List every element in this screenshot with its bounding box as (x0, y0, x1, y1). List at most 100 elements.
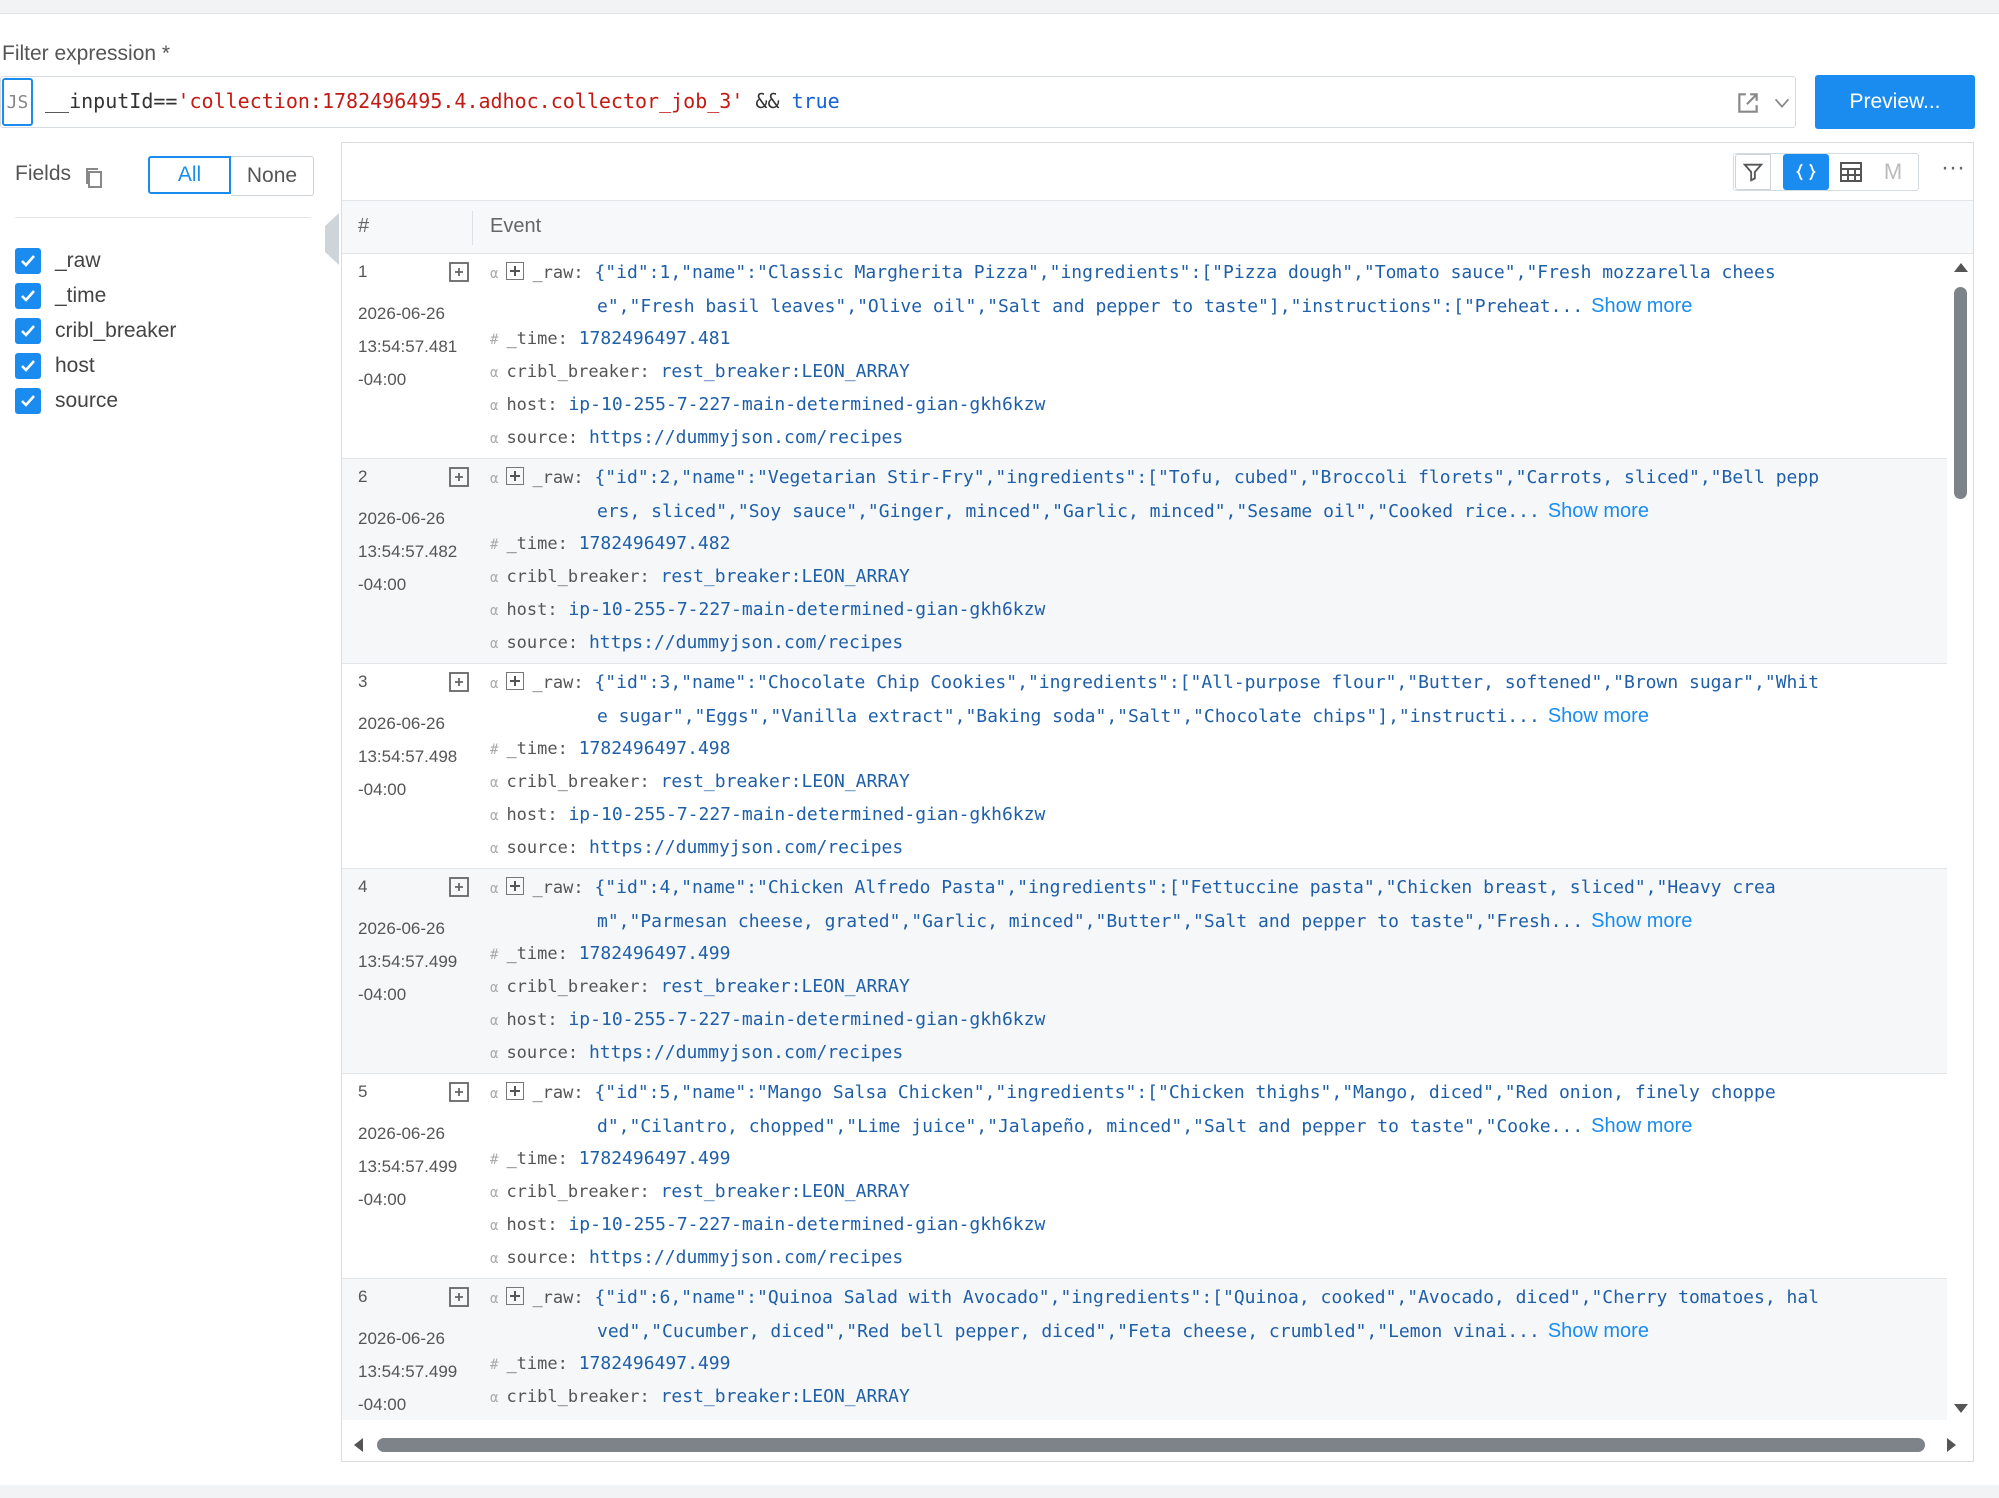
field-value[interactable]: rest_breaker:LEON_ARRAY (661, 1181, 910, 1202)
expand-event-icon[interactable] (448, 1081, 470, 1103)
field-value[interactable]: {"id":4,"name":"Chicken Alfredo Pasta","… (594, 877, 1775, 898)
expand-raw-icon[interactable] (506, 467, 525, 485)
filter-expression-text[interactable]: __inputId=='collection:1782496495.4.adho… (45, 89, 840, 113)
field-value[interactable]: 1782496497.482 (579, 533, 731, 554)
expand-raw-icon[interactable] (506, 877, 525, 895)
show-more-link[interactable]: Show more (1591, 295, 1692, 317)
field-value[interactable]: https://dummyjson.com/recipes (589, 632, 903, 653)
field-value[interactable]: 1782496497.498 (579, 738, 731, 759)
checkbox-checked-icon[interactable] (15, 353, 41, 379)
field-value[interactable]: 1782496497.499 (579, 1148, 731, 1169)
field-value[interactable]: ip-10-255-7-227-main-determined-gian-gkh… (568, 1419, 1045, 1420)
time-field: # _time: 1782496497.499 (490, 943, 730, 964)
field-item[interactable]: cribl_breaker (15, 317, 176, 345)
field-value[interactable]: rest_breaker:LEON_ARRAY (661, 361, 910, 382)
select-none-button[interactable]: None (231, 156, 314, 196)
field-value[interactable]: ip-10-255-7-227-main-determined-gian-gkh… (568, 804, 1045, 825)
column-divider[interactable] (472, 211, 473, 245)
vertical-scrollbar[interactable] (1949, 254, 1973, 1420)
field-value[interactable]: ip-10-255-7-227-main-determined-gian-gkh… (568, 1009, 1045, 1030)
field-value[interactable]: 1782496497.499 (579, 1353, 731, 1374)
raw-continuation: m","Parmesan cheese, grated","Garlic, mi… (597, 910, 1692, 933)
select-all-button[interactable]: All (148, 156, 231, 194)
expand-event-icon[interactable] (448, 671, 470, 693)
field-key: cribl_breaker: (506, 1182, 650, 1202)
panel-collapse-handle[interactable] (325, 213, 339, 265)
copy-icon[interactable] (83, 166, 105, 190)
show-more-link[interactable]: Show more (1548, 1320, 1649, 1342)
field-value[interactable]: ip-10-255-7-227-main-determined-gian-gkh… (568, 1214, 1045, 1235)
preview-button[interactable]: Preview... (1815, 75, 1975, 129)
field-value[interactable]: https://dummyjson.com/recipes (589, 1042, 903, 1063)
field-item[interactable]: host (15, 352, 95, 380)
filter-expression-input[interactable]: JS __inputId=='collection:1782496495.4.a… (0, 76, 1796, 128)
event-row[interactable]: 1 2026-06-26 13:54:57.481 -04:00 α _raw: {"id… (342, 254, 1947, 459)
scroll-up-icon[interactable] (1954, 263, 1968, 272)
language-badge[interactable]: JS (2, 78, 33, 126)
field-item[interactable]: source (15, 387, 118, 415)
expand-raw-icon[interactable] (506, 1082, 525, 1100)
markdown-view-button[interactable]: M (1875, 154, 1911, 190)
column-header-number: # (358, 215, 370, 237)
filter-icon[interactable] (1735, 154, 1771, 190)
checkbox-checked-icon[interactable] (15, 318, 41, 344)
field-value[interactable]: ip-10-255-7-227-main-determined-gian-gkh… (568, 599, 1045, 620)
field-value[interactable]: rest_breaker:LEON_ARRAY (661, 1386, 910, 1407)
expand-event-icon[interactable] (448, 876, 470, 898)
expand-event-icon[interactable] (448, 466, 470, 488)
expand-event-icon[interactable] (448, 1286, 470, 1308)
open-external-icon[interactable] (1735, 90, 1761, 116)
field-item[interactable]: _raw (15, 247, 101, 275)
checkbox-checked-icon[interactable] (15, 283, 41, 309)
cribl-breaker-field: α cribl_breaker: rest_breaker:LEON_ARRAY (490, 1181, 910, 1202)
field-value[interactable]: rest_breaker:LEON_ARRAY (661, 566, 910, 587)
field-item[interactable]: _time (15, 282, 106, 310)
table-view-icon[interactable] (1833, 154, 1869, 190)
raw-field: α _raw: {"id":3,"name":"Chocolate Chip Co… (490, 672, 1819, 693)
checkbox-checked-icon[interactable] (15, 388, 41, 414)
vertical-scroll-thumb[interactable] (1954, 287, 1967, 499)
field-value[interactable]: {"id":3,"name":"Chocolate Chip Cookies",… (594, 672, 1819, 693)
horizontal-scrollbar[interactable] (342, 1430, 1973, 1460)
checkbox-checked-icon[interactable] (15, 248, 41, 274)
scroll-left-icon[interactable] (354, 1438, 363, 1452)
event-row[interactable]: 6 2026-06-26 13:54:57.499 -04:00 α _raw: {"id… (342, 1279, 1947, 1420)
expand-raw-icon[interactable] (506, 1287, 525, 1305)
show-more-link[interactable]: Show more (1548, 500, 1649, 522)
scroll-down-icon[interactable] (1954, 1404, 1968, 1413)
expr-variable: __inputId== (45, 89, 178, 113)
show-more-link[interactable]: Show more (1548, 705, 1649, 727)
expand-raw-icon[interactable] (506, 672, 525, 690)
field-value[interactable]: {"id":2,"name":"Vegetarian Stir-Fry","in… (594, 467, 1819, 488)
event-row[interactable]: 4 2026-06-26 13:54:57.499 -04:00 α _raw: {"id… (342, 869, 1947, 1074)
field-key: _time: (506, 1354, 568, 1374)
expand-event-icon[interactable] (448, 261, 470, 283)
more-options-icon[interactable]: ··· (1935, 150, 1971, 186)
field-value[interactable]: https://dummyjson.com/recipes (589, 1247, 903, 1268)
horizontal-scroll-thumb[interactable] (377, 1438, 1925, 1452)
field-value[interactable]: https://dummyjson.com/recipes (589, 837, 903, 858)
field-value[interactable]: {"id":6,"name":"Quinoa Salad with Avocad… (594, 1287, 1819, 1308)
field-value[interactable]: 1782496497.499 (579, 943, 731, 964)
field-value[interactable]: ip-10-255-7-227-main-determined-gian-gkh… (568, 394, 1045, 415)
field-value[interactable]: 1782496497.481 (579, 328, 731, 349)
json-view-icon[interactable] (1783, 154, 1829, 190)
event-row[interactable]: 2 2026-06-26 13:54:57.482 -04:00 α _raw: {"id… (342, 459, 1947, 664)
field-key: _raw: (532, 1083, 584, 1103)
chevron-down-icon[interactable] (1771, 92, 1793, 114)
field-value[interactable]: https://dummyjson.com/recipes (589, 427, 903, 448)
cribl-breaker-field: α cribl_breaker: rest_breaker:LEON_ARRAY (490, 566, 910, 587)
field-value[interactable]: rest_breaker:LEON_ARRAY (661, 771, 910, 792)
field-key: _time: (506, 534, 568, 554)
event-row[interactable]: 3 2026-06-26 13:54:57.498 -04:00 α _raw: {"id… (342, 664, 1947, 869)
expand-raw-icon[interactable] (506, 262, 525, 280)
scroll-right-icon[interactable] (1947, 1438, 1956, 1452)
show-more-link[interactable]: Show more (1591, 1115, 1692, 1137)
field-value[interactable]: {"id":1,"name":"Classic Margherita Pizza… (594, 262, 1775, 283)
field-value[interactable]: rest_breaker:LEON_ARRAY (661, 976, 910, 997)
event-row[interactable]: 5 2026-06-26 13:54:57.499 -04:00 α _raw: {"id… (342, 1074, 1947, 1279)
field-value[interactable]: {"id":5,"name":"Mango Salsa Chicken","in… (594, 1082, 1775, 1103)
source-field: α source: https://dummyjson.com/recipes (490, 1247, 903, 1268)
show-more-link[interactable]: Show more (1591, 910, 1692, 932)
event-number: 2 (358, 467, 368, 486)
